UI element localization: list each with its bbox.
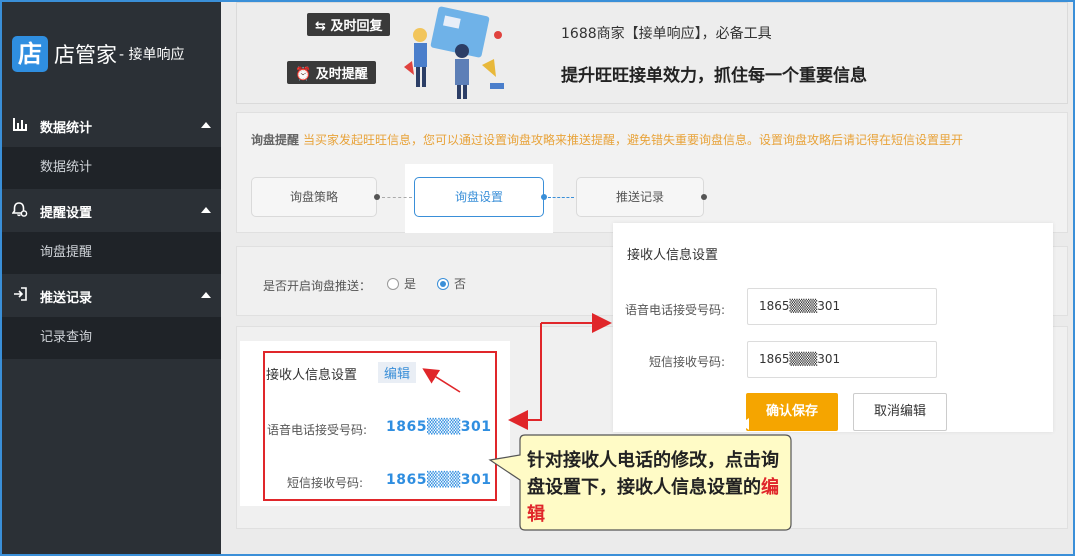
nav-group-label: 推送记录 — [40, 290, 93, 306]
promo-banner: ⇆ 及时回复 ⏰ 及时提醒 1688商家【接单响应】，必备工具 提升旺旺接单效力… — [236, 2, 1068, 104]
voice-number-input[interactable]: 1865▒▒▒301 — [747, 288, 937, 325]
notice-text: 当买家发起旺旺信息，您可以通过设置询盘攻略来推送提醒，避免错失重要询盘信息。设置… — [303, 133, 964, 147]
step-dot — [374, 194, 380, 200]
nav-group-label: 提醒设置 — [40, 205, 93, 221]
collapse-arrow-icon — [201, 122, 211, 128]
step-push-records[interactable]: 推送记录 — [576, 177, 707, 217]
store-logo-icon: 店 — [12, 36, 48, 72]
receiver-title: 接收人信息设置 — [266, 368, 358, 383]
collapse-arrow-icon — [201, 292, 211, 298]
step-inquiry-strategy[interactable]: 询盘策略 — [251, 177, 380, 217]
push-radio-no[interactable]: 否 — [437, 275, 466, 292]
confirm-save-button[interactable]: 确认保存 — [746, 393, 838, 431]
notice-label: 询盘提醒 — [251, 133, 300, 147]
sms-number-label: 短信接收号码: — [648, 355, 725, 369]
app-subtitle: - 接单响应 — [119, 47, 185, 63]
sms-number-label: 短信接收号码: — [287, 476, 364, 490]
remind-chip: ⏰ 及时提醒 — [287, 61, 376, 84]
alarm-clock-icon: ⏰ — [295, 67, 312, 82]
sidebar-item-stats[interactable]: 数据统计 — [2, 147, 221, 189]
sms-number-input[interactable]: 1865▒▒▒301 — [747, 341, 937, 378]
voice-number-label: 语音电话接受号码: — [267, 423, 368, 437]
radio-circle — [437, 277, 449, 290]
bar-chart-icon — [10, 117, 30, 135]
nav-group-stats[interactable]: 数据统计 — [2, 105, 221, 147]
callout-body: 针对接收人电话的修改，点击询盘设置下，接收人信息设置的 — [527, 450, 779, 498]
nav-group-label: 数据统计 — [40, 120, 93, 136]
step-label: 询盘策略 — [289, 190, 338, 204]
radio-label: 否 — [454, 277, 467, 291]
chip-label: 及时回复 — [330, 19, 383, 34]
reply-chip: ⇆ 及时回复 — [307, 13, 391, 36]
receiver-edit-popup: 接收人信息设置 语音电话接受号码: 1865▒▒▒301 短信接收号码: 186… — [613, 223, 1053, 432]
popup-title: 接收人信息设置 — [627, 248, 719, 263]
sms-number-value: 1865▒▒▒301 — [386, 472, 492, 488]
callout-text: 针对接收人电话的修改，点击询盘设置下，接收人信息设置的编辑 — [527, 447, 785, 528]
push-radio-yes[interactable]: 是 — [387, 275, 416, 292]
step-label: 推送记录 — [615, 190, 664, 204]
step-dot — [541, 194, 547, 200]
push-toggle-label: 是否开启询盘推送： — [263, 279, 372, 293]
step-connector — [382, 197, 412, 198]
collapse-arrow-icon — [201, 207, 211, 213]
step-inquiry-settings[interactable]: 询盘设置 — [414, 177, 547, 217]
banner-title: 1688商家【接单响应】，必备工具 — [561, 26, 772, 42]
swap-icon: ⇆ — [315, 19, 326, 34]
sign-in-icon — [10, 287, 30, 305]
nav-group-push-records[interactable]: 推送记录 — [2, 275, 221, 317]
step-label: 询盘设置 — [454, 190, 503, 204]
chip-label: 及时提醒 — [315, 67, 368, 82]
step-dot — [701, 194, 707, 200]
nav-group-reminder[interactable]: 提醒设置 — [2, 190, 221, 232]
cancel-edit-button[interactable]: 取消编辑 — [853, 393, 947, 431]
app-logo: 店 店管家 - 接单响应 — [12, 36, 185, 72]
voice-number-value: 1865▒▒▒301 — [386, 419, 492, 435]
sidebar-item-inquiry-reminder[interactable]: 询盘提醒 — [2, 232, 221, 274]
bell-settings-icon — [10, 201, 30, 221]
voice-number-label: 语音电话接受号码: — [624, 303, 725, 317]
notice-line: 询盘提醒 当买家发起旺旺信息，您可以通过设置询盘攻略来推送提醒，避免错失重要询盘信… — [251, 131, 1069, 148]
sidebar: 店 店管家 - 接单响应 数据统计 数据统计 提醒设置 询盘提醒 推送记录 记录… — [2, 2, 221, 554]
sidebar-item-record-query[interactable]: 记录查询 — [2, 317, 221, 359]
app-name: 店管家 — [54, 43, 117, 67]
radio-label: 是 — [404, 277, 417, 291]
edit-receiver-button[interactable]: 编辑 — [378, 362, 417, 383]
banner-slogan: 提升旺旺接单效力，抓住每一个重要信息 — [561, 66, 867, 86]
radio-circle — [387, 277, 399, 290]
team-illustration — [404, 6, 504, 99]
step-connector — [548, 197, 574, 198]
